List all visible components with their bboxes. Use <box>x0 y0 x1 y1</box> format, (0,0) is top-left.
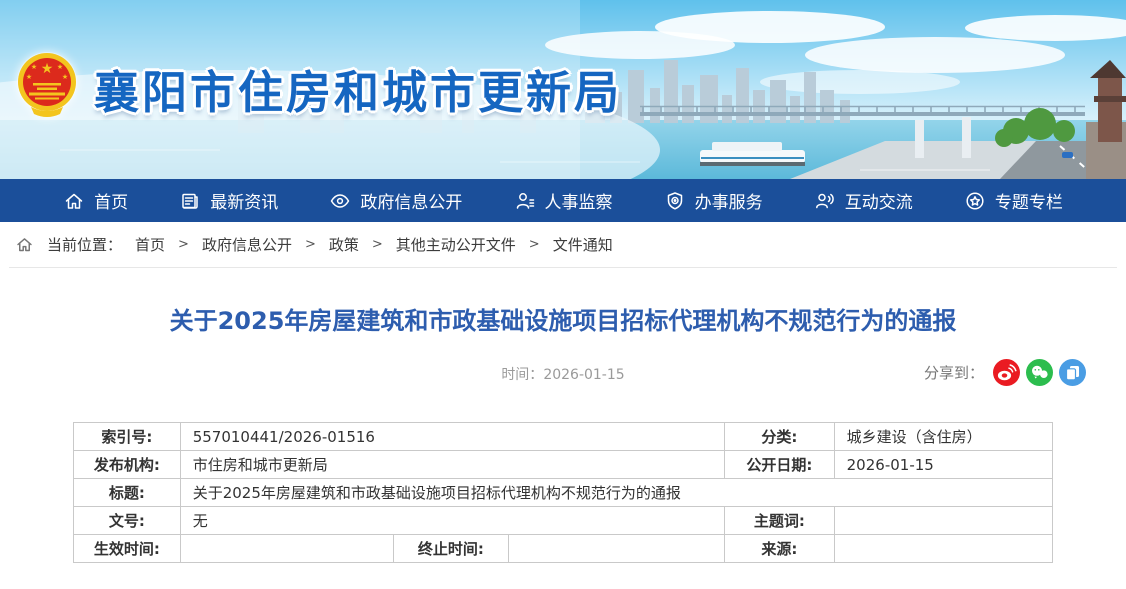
publish-date-value: 2026-01-15 <box>834 451 1052 479</box>
breadcrumb-separator: > <box>372 237 383 252</box>
publisher-label: 发布机构: <box>74 451 181 479</box>
breadcrumb-separator: > <box>529 237 540 252</box>
index-value: 557010441/2026-01516 <box>180 423 724 451</box>
breadcrumb-location-label: 当前位置： <box>47 234 122 255</box>
document-info-table: 索引号: 557010441/2026-01516 分类: 城乡建设（含住房） … <box>73 422 1053 563</box>
nav-item-services[interactable]: 办事服务 <box>664 188 763 213</box>
site-title: 襄阳市住房和城市更新局 <box>94 56 622 121</box>
table-row: 发布机构: 市住房和城市更新局 公开日期: 2026-01-15 <box>74 451 1053 479</box>
share-label: 分享到： <box>924 362 984 383</box>
breadcrumb-home-icon <box>15 235 34 254</box>
copy-pages-icon[interactable] <box>1059 359 1086 386</box>
person-audit-icon <box>514 190 536 212</box>
site-banner: ★ ★ ★ ★ ★ 襄阳市住房和城市更新局 <box>0 0 1126 179</box>
nav-label: 办事服务 <box>695 188 763 213</box>
publish-date-label: 公开日期: <box>725 451 835 479</box>
news-icon <box>179 190 201 212</box>
keywords-label: 主题词: <box>725 507 835 535</box>
nav-label: 最新资讯 <box>210 188 278 213</box>
nav-label: 互动交流 <box>845 188 913 213</box>
weibo-icon[interactable] <box>993 359 1020 386</box>
svg-text:★: ★ <box>31 63 37 71</box>
breadcrumb-item-home[interactable]: 首页 <box>135 234 165 255</box>
breadcrumb-separator: > <box>178 237 189 252</box>
doc-number-label: 文号: <box>74 507 181 535</box>
chat-people-icon <box>814 190 836 212</box>
breadcrumb-item-policy[interactable]: 政策 <box>329 234 359 255</box>
nav-item-gov-info[interactable]: 政府信息公开 <box>329 188 462 213</box>
svg-text:★: ★ <box>41 61 54 77</box>
table-row: 文号: 无 主题词: <box>74 507 1053 535</box>
nav-item-news[interactable]: 最新资讯 <box>179 188 278 213</box>
end-date-label: 终止时间: <box>394 535 509 563</box>
end-date-value <box>508 535 724 563</box>
breadcrumb-item-gov-info[interactable]: 政府信息公开 <box>202 234 292 255</box>
breadcrumb-item-other-docs[interactable]: 其他主动公开文件 <box>396 234 516 255</box>
nav-item-home[interactable]: 首页 <box>63 188 128 213</box>
index-label: 索引号: <box>74 423 181 451</box>
nav-item-interaction[interactable]: 互动交流 <box>814 188 913 213</box>
breadcrumb-separator: > <box>305 237 316 252</box>
article-meta-row: 时间：2026-01-15 分享到： <box>0 358 1126 388</box>
keywords-value <box>834 507 1052 535</box>
article-area: 关于2025年房屋建筑和市政基础设施项目招标代理机构不规范行为的通报 时间：20… <box>0 268 1126 563</box>
star-circle-icon <box>964 190 986 212</box>
share-toolbar: 分享到： <box>924 359 1086 386</box>
home-icon <box>63 190 85 212</box>
svg-text:★: ★ <box>62 73 68 81</box>
eye-icon <box>329 190 351 212</box>
title-label: 标题: <box>74 479 181 507</box>
breadcrumb-item-notices[interactable]: 文件通知 <box>553 234 613 255</box>
table-row: 标题: 关于2025年房屋建筑和市政基础设施项目招标代理机构不规范行为的通报 <box>74 479 1053 507</box>
doc-number-value: 无 <box>180 507 724 535</box>
source-value <box>834 535 1052 563</box>
title-value: 关于2025年房屋建筑和市政基础设施项目招标代理机构不规范行为的通报 <box>180 479 1052 507</box>
effective-date-value <box>180 535 393 563</box>
nav-item-special-columns[interactable]: 专题专栏 <box>964 188 1063 213</box>
source-label: 来源: <box>725 535 835 563</box>
nav-label: 专题专栏 <box>995 188 1063 213</box>
nav-item-personnel[interactable]: 人事监察 <box>514 188 613 213</box>
category-label: 分类: <box>725 423 835 451</box>
article-title: 关于2025年房屋建筑和市政基础设施项目招标代理机构不规范行为的通报 <box>60 306 1066 336</box>
nav-label: 首页 <box>94 188 128 213</box>
wechat-icon[interactable] <box>1026 359 1053 386</box>
svg-text:★: ★ <box>26 73 32 81</box>
svg-text:★: ★ <box>57 63 63 71</box>
date-label: 时间： <box>501 367 543 383</box>
national-emblem-icon: ★ ★ ★ ★ ★ <box>16 46 78 130</box>
publisher-value: 市住房和城市更新局 <box>180 451 724 479</box>
table-row: 生效时间: 终止时间: 来源: <box>74 535 1053 563</box>
badge-icon <box>664 190 686 212</box>
breadcrumb: 当前位置： 首页 > 政府信息公开 > 政策 > 其他主动公开文件 > 文件通知 <box>0 222 1126 267</box>
main-navigation: 首页 最新资讯 政府信息公开 人事监察 办事服务 互动交流 <box>0 179 1126 222</box>
category-value: 城乡建设（含住房） <box>834 423 1052 451</box>
effective-date-label: 生效时间: <box>74 535 181 563</box>
date-value: 2026-01-15 <box>543 367 624 383</box>
table-row: 索引号: 557010441/2026-01516 分类: 城乡建设（含住房） <box>74 423 1053 451</box>
nav-label: 人事监察 <box>545 188 613 213</box>
nav-label: 政府信息公开 <box>360 188 462 213</box>
